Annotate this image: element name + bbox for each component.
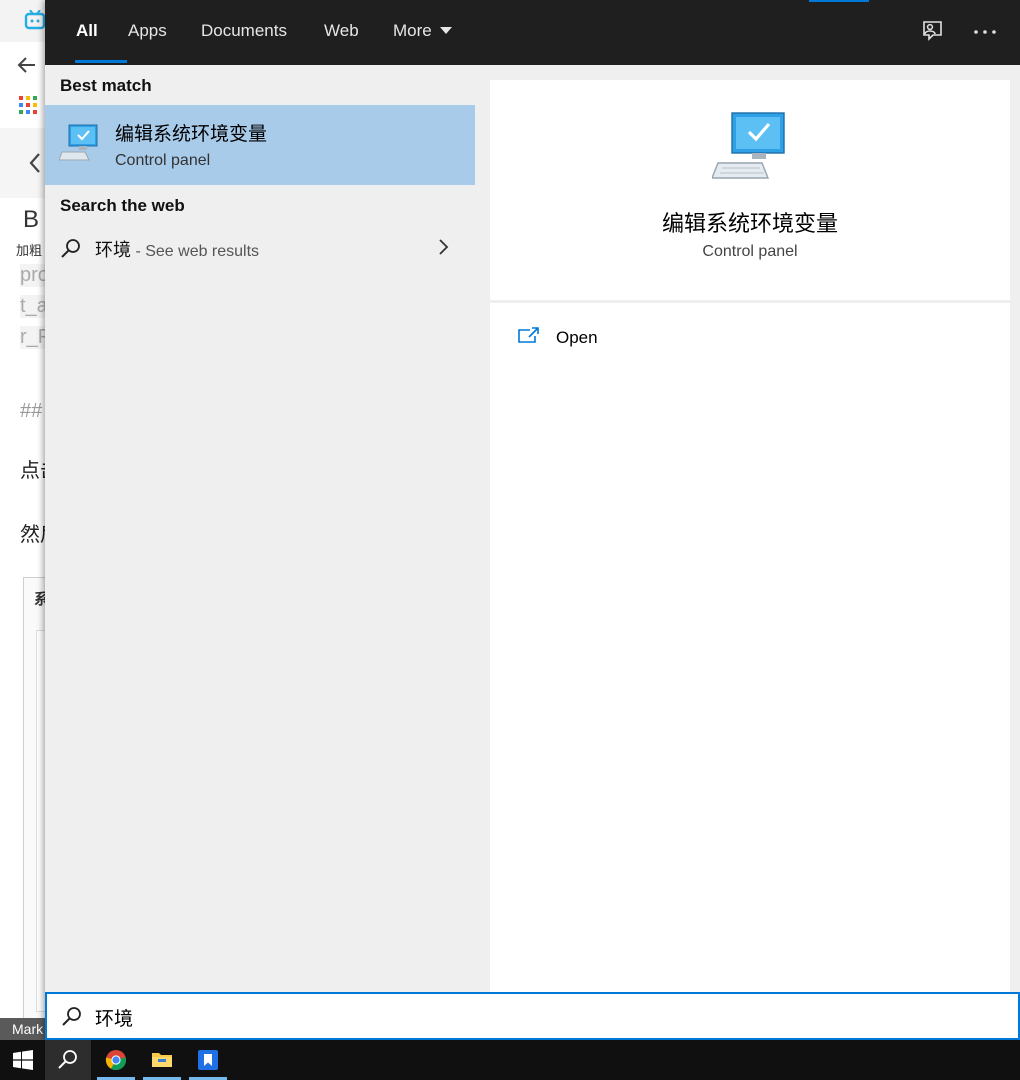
tab-web[interactable]: Web <box>309 0 374 63</box>
taskbar-file-explorer[interactable] <box>139 1040 185 1080</box>
editor-line: t_a <box>20 295 45 318</box>
tab-apps[interactable]: Apps <box>113 0 182 63</box>
start-button[interactable] <box>0 1040 46 1080</box>
tab-all[interactable]: All <box>61 0 127 63</box>
open-action-label: Open <box>556 328 598 347</box>
editor-line: 然后 <box>20 522 45 546</box>
search-flyout: All Apps Documents Web More Best match 编… <box>45 0 1020 1040</box>
chevron-left-icon[interactable] <box>28 152 42 174</box>
editor-line: 点击 <box>20 458 45 482</box>
tab-accent-line <box>809 0 869 2</box>
start-icon <box>13 1050 33 1070</box>
bold-caption: 加粗 <box>16 244 43 259</box>
web-result-text: 环境 - See web results <box>95 236 259 262</box>
search-icon <box>58 1050 77 1069</box>
best-match-result[interactable]: 编辑系统环境变量 Control panel <box>45 105 475 185</box>
search-input[interactable]: 环境 <box>95 1004 133 1031</box>
more-options-icon <box>974 30 996 34</box>
best-match-heading: Best match <box>60 76 152 95</box>
tab-more[interactable]: More <box>378 0 467 63</box>
file-explorer-icon <box>152 1053 172 1067</box>
panel-inner <box>36 630 45 1012</box>
background-format-toolbar: B 加粗 <box>0 198 45 263</box>
preview-pane: 编辑系统环境变量 Control panel Open <box>490 80 1010 992</box>
chrome-icon <box>105 1050 127 1071</box>
status-text: Mark <box>12 1021 44 1037</box>
feedback-button[interactable] <box>914 14 950 50</box>
background-titlebar <box>0 0 45 42</box>
tab-more-label: More <box>393 21 432 40</box>
app-icon <box>198 1050 218 1070</box>
background-navbar <box>0 42 45 129</box>
search-icon <box>61 239 80 258</box>
web-hint: - See web results <box>131 243 260 260</box>
search-tab-bar: All Apps Documents Web More <box>45 0 1020 65</box>
monitor-check-icon <box>59 124 98 161</box>
preview-card: 编辑系统环境变量 Control panel <box>490 80 1010 300</box>
taskbar-chrome[interactable] <box>93 1040 139 1080</box>
background-editor-header <box>0 128 45 199</box>
taskbar-search-button[interactable] <box>45 1040 91 1080</box>
bilibili-icon <box>24 10 45 30</box>
preview-title: 编辑系统环境变量 <box>661 212 838 237</box>
taskbar-app[interactable] <box>185 1040 231 1080</box>
search-box[interactable]: 环境 <box>45 992 1020 1040</box>
best-match-title: 编辑系统环境变量 <box>115 123 268 145</box>
web-query: 环境 <box>95 240 131 261</box>
editor-line: pro <box>20 264 45 287</box>
best-match-subtitle: Control panel <box>115 152 211 169</box>
tab-apps-label: Apps <box>128 21 167 40</box>
editor-line: ## <box>20 400 43 422</box>
panel-label: 系 <box>34 590 45 608</box>
background-app-strip: B 加粗 pro t_a r_F ## 点击 然后 系 Mark <box>0 0 45 1040</box>
tab-all-label: All <box>76 21 98 40</box>
actions-list: Open <box>490 303 1010 992</box>
chevron-right-icon[interactable] <box>437 238 449 256</box>
open-action[interactable]: Open <box>518 323 818 353</box>
taskbar <box>0 1040 1020 1080</box>
bold-button[interactable]: B <box>23 206 39 234</box>
tab-web-label: Web <box>324 21 359 40</box>
web-result[interactable]: 环境 - See web results <box>45 228 475 270</box>
search-box-icon <box>62 1007 81 1026</box>
background-status-bar: Mark <box>0 1018 45 1040</box>
open-icon <box>518 327 539 343</box>
apps-grid-icon[interactable] <box>19 96 37 114</box>
tab-documents-label: Documents <box>201 21 287 40</box>
background-image-panel: 系 <box>23 577 45 1019</box>
feedback-icon <box>923 21 942 41</box>
results-pane: Best match 编辑系统环境变量 Control panel Search… <box>45 65 475 992</box>
preview-subtitle: Control panel <box>702 243 798 260</box>
monitor-check-large-icon <box>712 112 785 179</box>
more-options-button[interactable] <box>967 14 1003 50</box>
search-web-heading: Search the web <box>60 196 185 215</box>
tab-documents[interactable]: Documents <box>186 0 302 63</box>
editor-line: r_F <box>20 326 45 349</box>
dropdown-caret-icon <box>439 26 452 34</box>
back-arrow-icon[interactable] <box>17 56 37 74</box>
